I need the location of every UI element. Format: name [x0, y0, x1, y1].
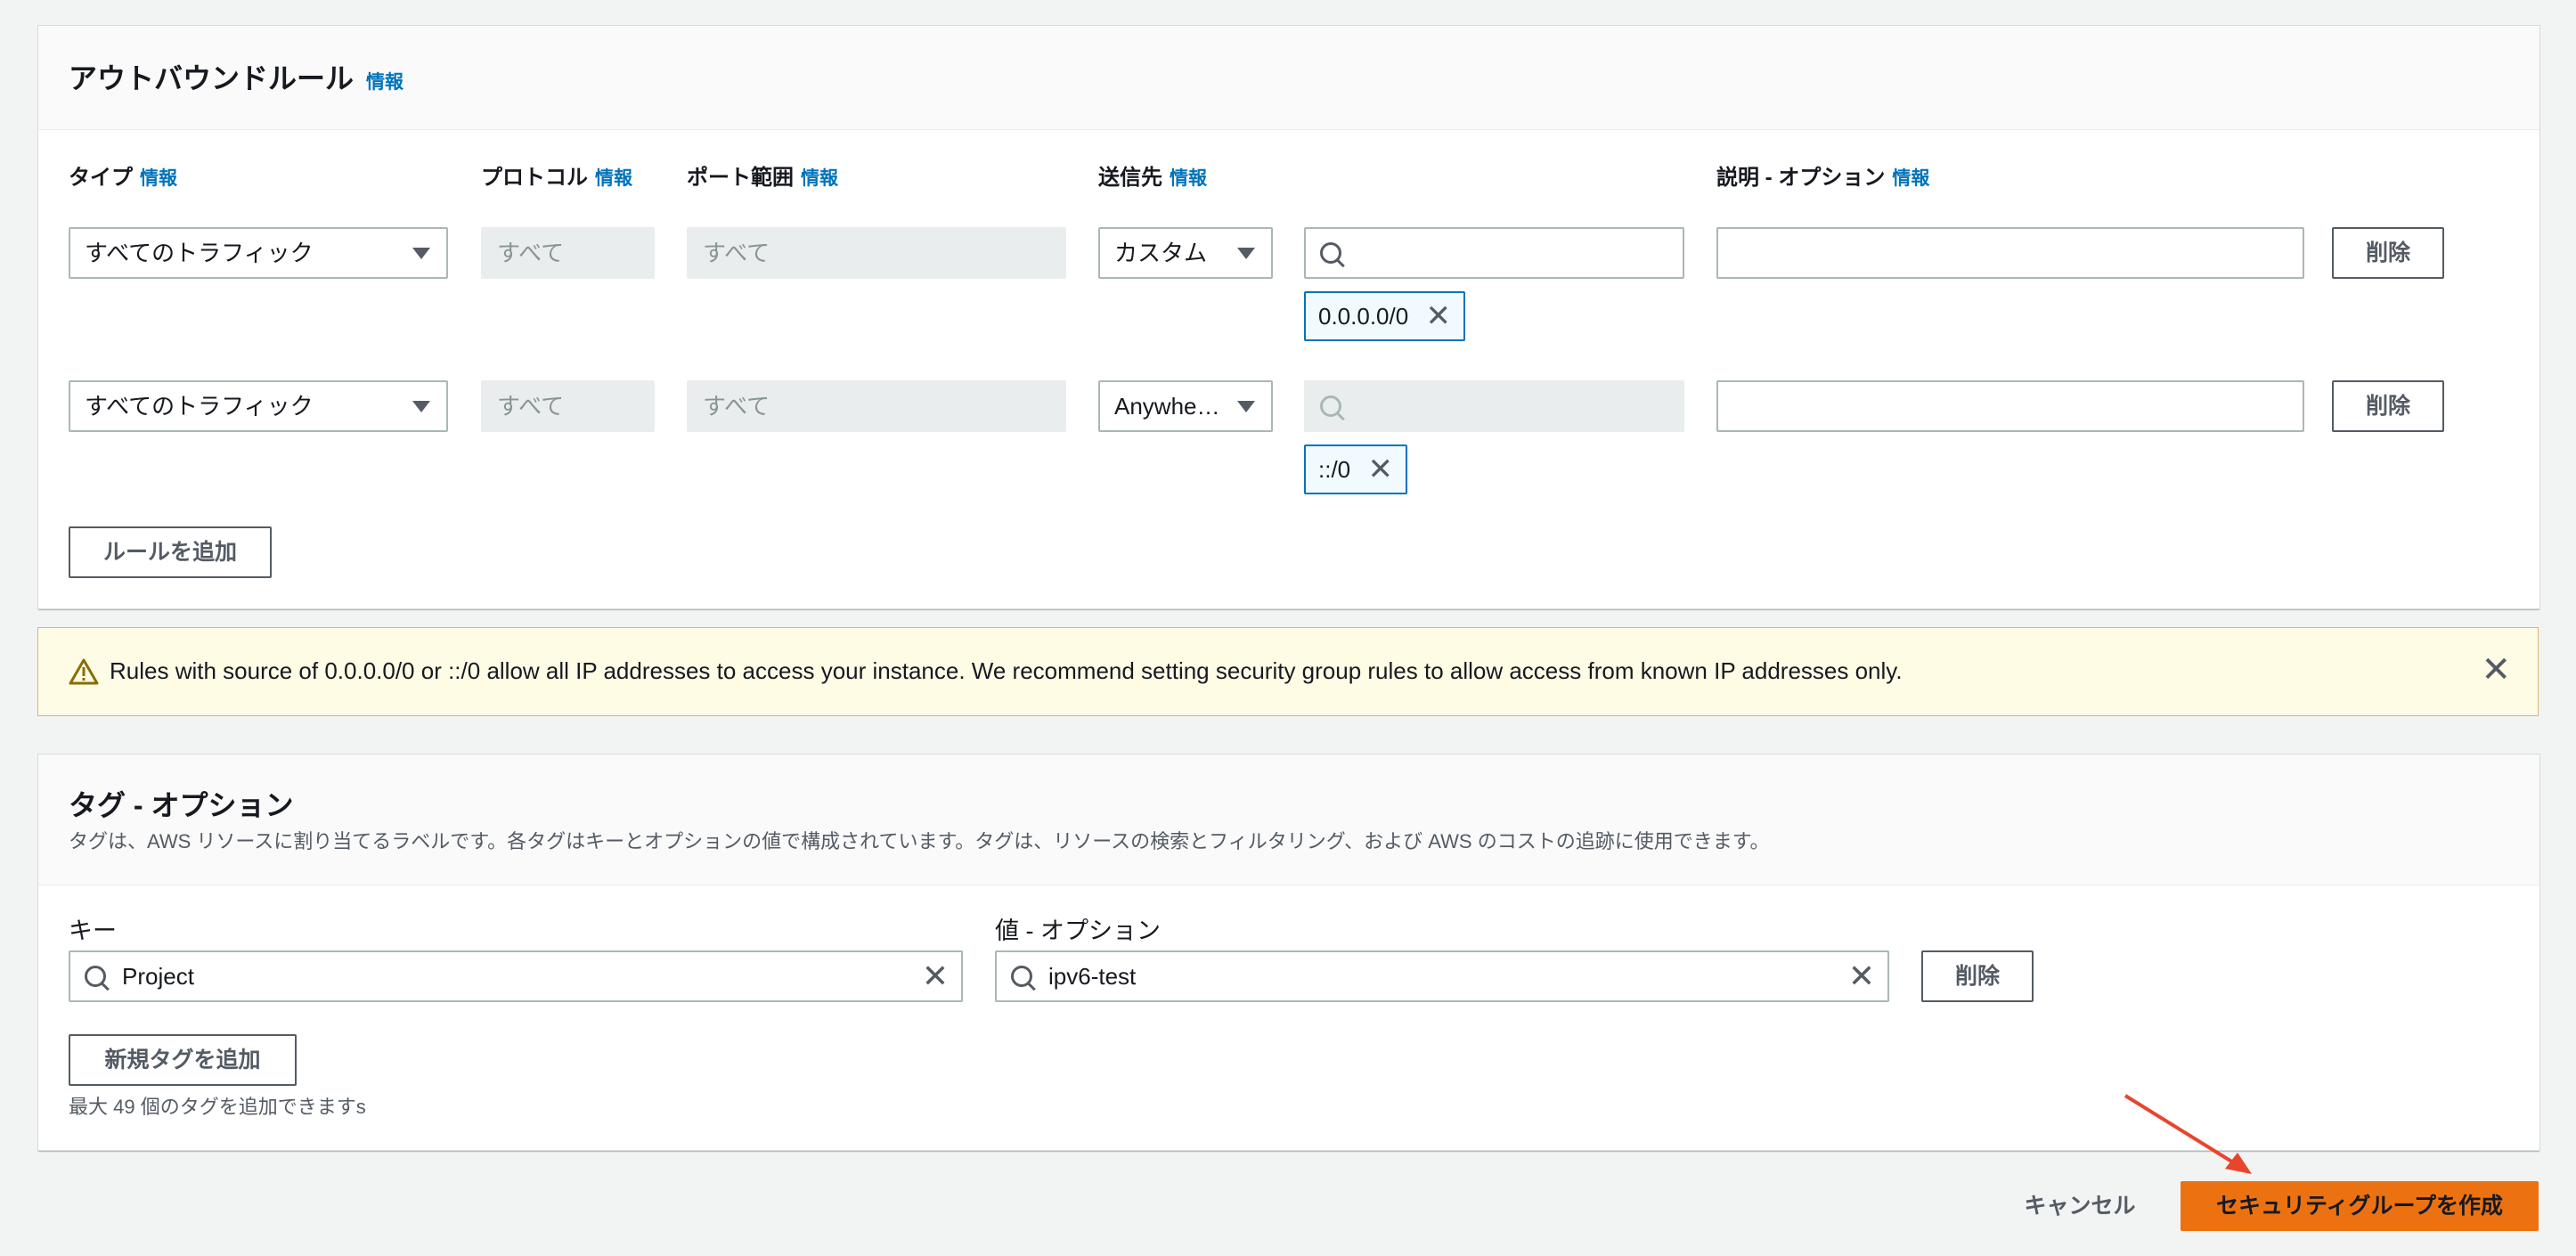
- rule-2-cidr-search-input: [1304, 380, 1684, 432]
- rule-2-destination-type-select[interactable]: Anywhe…: [1098, 380, 1273, 432]
- protocol-column-label: プロトコル 情報: [481, 159, 632, 191]
- rule-1-type-value: すべてのトラフィック: [85, 240, 314, 266]
- annotation-arrow: [2124, 1094, 2252, 1174]
- destination-column-label: 送信先 情報: [1098, 159, 1207, 191]
- description-column-text: 説明 - オプション: [1716, 166, 1886, 190]
- add-rule-button[interactable]: ルールを追加: [69, 526, 272, 578]
- remove-token-icon[interactable]: ✕: [1426, 293, 1452, 339]
- rule-1-delete-button[interactable]: 削除: [2332, 227, 2444, 279]
- port-range-column-label: ポート範囲 情報: [687, 159, 838, 191]
- tag-value-value: ipv6-test: [1048, 963, 1137, 990]
- rule-2-type-value: すべてのトラフィック: [85, 393, 314, 420]
- rule-2-type-select[interactable]: すべてのトラフィック: [69, 380, 448, 432]
- type-column-text: タイプ: [69, 166, 133, 190]
- protocol-column-text: プロトコル: [481, 166, 588, 190]
- outbound-rules-title-text: アウトバウンドルール: [69, 62, 355, 94]
- remove-token-icon[interactable]: ✕: [1368, 446, 1394, 493]
- type-column-label: タイプ 情報: [69, 159, 177, 191]
- rule-1-cidr-token-text: 0.0.0.0/0: [1318, 303, 1409, 330]
- add-tag-button[interactable]: 新規タグを追加: [69, 1034, 297, 1086]
- search-icon: [1011, 966, 1032, 987]
- rule-2-destination-type-value: Anywhe…: [1114, 393, 1220, 420]
- key-label: キー: [69, 918, 117, 944]
- rule-2-port-range-field: すべて: [687, 380, 1066, 432]
- tag-key-value: Project: [122, 963, 194, 990]
- tag-key-input[interactable]: Project ✕: [69, 950, 963, 1002]
- rule-1-destination-type-value: カスタム: [1114, 240, 1208, 266]
- rule-1-protocol-value: すべて: [497, 240, 565, 266]
- tags-header: タグ - オプション タグは、AWS リソースに割り当てるラベルです。各タグはキ…: [38, 754, 2539, 885]
- value-label: 値 - オプション: [995, 918, 1161, 944]
- clear-icon[interactable]: ✕: [1848, 952, 1875, 1000]
- tag-limit-text: 最大 49 個のタグを追加できますs: [69, 1096, 366, 1118]
- description-column-label: 説明 - オプション 情報: [1716, 159, 1929, 191]
- warning-message: Rules with source of 0.0.0.0/0 or ::/0 a…: [110, 657, 1903, 684]
- port-range-info-link[interactable]: 情報: [801, 168, 838, 189]
- rule-1-protocol-field: すべて: [481, 227, 655, 279]
- caret-down-icon: [1237, 401, 1255, 412]
- rule-2-protocol-value: すべて: [497, 393, 565, 420]
- rule-2-description-input[interactable]: [1716, 380, 2304, 432]
- cancel-button[interactable]: キャンセル: [2004, 1181, 2156, 1231]
- rule-1-description-input[interactable]: [1716, 227, 2304, 279]
- rule-1-port-range-value: すべて: [703, 240, 770, 266]
- tag-value-input[interactable]: ipv6-test ✕: [995, 950, 1889, 1002]
- caret-down-icon: [412, 401, 430, 412]
- rule-2-protocol-field: すべて: [481, 380, 655, 432]
- search-icon: [1320, 242, 1341, 264]
- rule-2-delete-button[interactable]: 削除: [2332, 380, 2444, 432]
- warning-icon: [69, 658, 99, 685]
- caret-down-icon: [412, 248, 430, 259]
- tags-description: タグは、AWS リソースに割り当てるラベルです。各タグはキーとオプションの値で構…: [69, 830, 1770, 852]
- rule-1-destination-type-select[interactable]: カスタム: [1098, 227, 1273, 279]
- description-info-link[interactable]: 情報: [1892, 168, 1929, 189]
- rule-2-port-range-value: すべて: [703, 393, 770, 420]
- search-icon: [1320, 396, 1341, 417]
- caret-down-icon: [1237, 248, 1255, 259]
- destination-column-text: 送信先: [1098, 166, 1162, 190]
- close-icon[interactable]: ✕: [2481, 649, 2511, 690]
- rule-1-port-range-field: すべて: [687, 227, 1066, 279]
- destination-info-link[interactable]: 情報: [1170, 168, 1207, 189]
- port-range-column-text: ポート範囲: [687, 166, 794, 190]
- warning-alert: Rules with source of 0.0.0.0/0 or ::/0 a…: [37, 627, 2539, 716]
- search-icon: [85, 966, 106, 987]
- rule-1-type-select[interactable]: すべてのトラフィック: [69, 227, 448, 279]
- rule-1-cidr-token: 0.0.0.0/0 ✕: [1304, 291, 1465, 341]
- rule-2-cidr-token: ::/0 ✕: [1304, 444, 1407, 494]
- protocol-info-link[interactable]: 情報: [595, 168, 632, 189]
- rule-2-cidr-token-text: ::/0: [1318, 456, 1351, 483]
- outbound-rules-panel: アウトバウンドルール 情報 タイプ 情報 プロトコル 情報 ポート範囲 情報 送信先 情報…: [37, 25, 2540, 609]
- outbound-info-link[interactable]: 情報: [366, 72, 404, 93]
- outbound-rules-title: アウトバウンドルール 情報: [69, 56, 404, 97]
- rule-1-cidr-search-input[interactable]: [1304, 227, 1684, 279]
- create-security-group-button[interactable]: セキュリティグループを作成: [2181, 1181, 2539, 1231]
- tag-delete-button[interactable]: 削除: [1921, 950, 2034, 1002]
- tags-title: タグ - オプション: [69, 789, 294, 821]
- outbound-rules-header: アウトバウンドルール 情報: [38, 26, 2539, 130]
- type-info-link[interactable]: 情報: [140, 168, 177, 189]
- clear-icon[interactable]: ✕: [922, 952, 949, 1000]
